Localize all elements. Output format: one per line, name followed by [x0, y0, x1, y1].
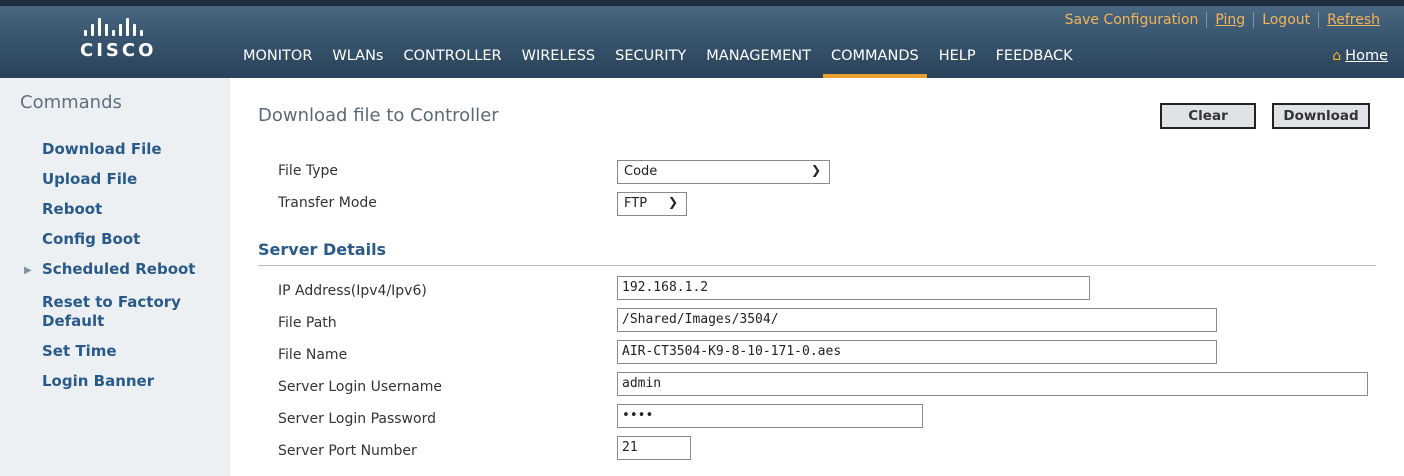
server-port-input[interactable]: 21 — [617, 436, 691, 460]
chevron-down-icon: ❯ — [667, 195, 678, 209]
nav-wlans[interactable]: WLANs — [324, 44, 391, 78]
save-configuration-link[interactable]: Save Configuration — [1057, 12, 1207, 28]
logout-link[interactable]: Logout — [1254, 12, 1318, 28]
refresh-link[interactable]: Refresh — [1319, 12, 1388, 28]
clear-button[interactable]: Clear — [1160, 103, 1256, 129]
top-links: Save Configuration Ping Logout Refresh — [1057, 12, 1388, 28]
nav-wireless[interactable]: WIRELESS — [514, 44, 604, 78]
nav-controller[interactable]: CONTROLLER — [395, 44, 509, 78]
cisco-logo: CISCO — [80, 16, 160, 64]
transfer-mode-label: Transfer Mode — [278, 195, 377, 211]
file-type-select[interactable]: Code ❯ — [617, 160, 830, 184]
expand-arrow-icon[interactable]: ▶ — [24, 265, 32, 276]
cisco-logo-word: CISCO — [80, 40, 157, 61]
transfer-mode-value: FTP — [624, 196, 648, 211]
file-type-value: Code — [624, 164, 658, 179]
server-password-input[interactable]: •••• — [617, 404, 923, 428]
nav-security[interactable]: SECURITY — [607, 44, 694, 78]
server-password-label: Server Login Password — [278, 411, 436, 427]
server-port-label: Server Port Number — [278, 443, 417, 459]
file-path-input[interactable]: /Shared/Images/3504/ — [617, 308, 1217, 332]
sidebar-item-upload-file[interactable]: Upload File — [42, 170, 137, 188]
transfer-mode-select[interactable]: FTP ❯ — [617, 192, 687, 216]
nav-feedback[interactable]: FEEDBACK — [988, 44, 1081, 78]
ping-link[interactable]: Ping — [1207, 12, 1253, 28]
nav-commands[interactable]: COMMANDS — [823, 44, 927, 78]
home-label: Home — [1345, 48, 1388, 64]
sidebar-item-download-file[interactable]: Download File — [42, 140, 162, 158]
sidebar-item-reset-factory-line2[interactable]: Default — [42, 312, 104, 330]
top-header: CISCO Save Configuration Ping Logout Ref… — [0, 0, 1404, 78]
sidebar-item-set-time[interactable]: Set Time — [42, 342, 117, 360]
sidebar-item-config-boot[interactable]: Config Boot — [42, 230, 140, 248]
nav-management[interactable]: MANAGEMENT — [698, 44, 819, 78]
home-link[interactable]: ⌂ Home — [1332, 48, 1388, 64]
sidebar-item-scheduled-reboot[interactable]: Scheduled Reboot — [42, 260, 195, 278]
file-path-label: File Path — [278, 315, 337, 331]
sidebar-item-reboot[interactable]: Reboot — [42, 200, 102, 218]
commands-sidebar: Commands Download File Upload File Reboo… — [0, 78, 230, 476]
ip-address-input[interactable]: 192.168.1.2 — [617, 276, 1090, 300]
cisco-logo-bars-icon — [84, 16, 160, 36]
sidebar-item-login-banner[interactable]: Login Banner — [42, 372, 154, 390]
file-name-input[interactable]: AIR-CT3504-K9-8-10-171-0.aes — [617, 340, 1217, 364]
download-button[interactable]: Download — [1272, 103, 1370, 129]
page-title: Download file to Controller — [258, 105, 499, 126]
file-name-label: File Name — [278, 347, 348, 363]
sidebar-title: Commands — [20, 92, 122, 113]
section-divider — [258, 265, 1376, 266]
chevron-down-icon: ❯ — [810, 163, 821, 177]
header-top-strip — [0, 0, 1404, 6]
main-nav: MONITOR WLANs CONTROLLER WIRELESS SECURI… — [235, 44, 1085, 78]
file-type-label: File Type — [278, 163, 339, 179]
server-username-input[interactable]: admin — [617, 372, 1368, 396]
server-username-label: Server Login Username — [278, 379, 442, 395]
nav-monitor[interactable]: MONITOR — [235, 44, 320, 78]
ip-address-label: IP Address(Ipv4/Ipv6) — [278, 283, 427, 299]
sidebar-item-reset-factory[interactable]: Reset to Factory — [42, 293, 181, 311]
server-details-heading: Server Details — [258, 240, 387, 259]
nav-help[interactable]: HELP — [931, 44, 984, 78]
home-icon: ⌂ — [1332, 48, 1342, 64]
